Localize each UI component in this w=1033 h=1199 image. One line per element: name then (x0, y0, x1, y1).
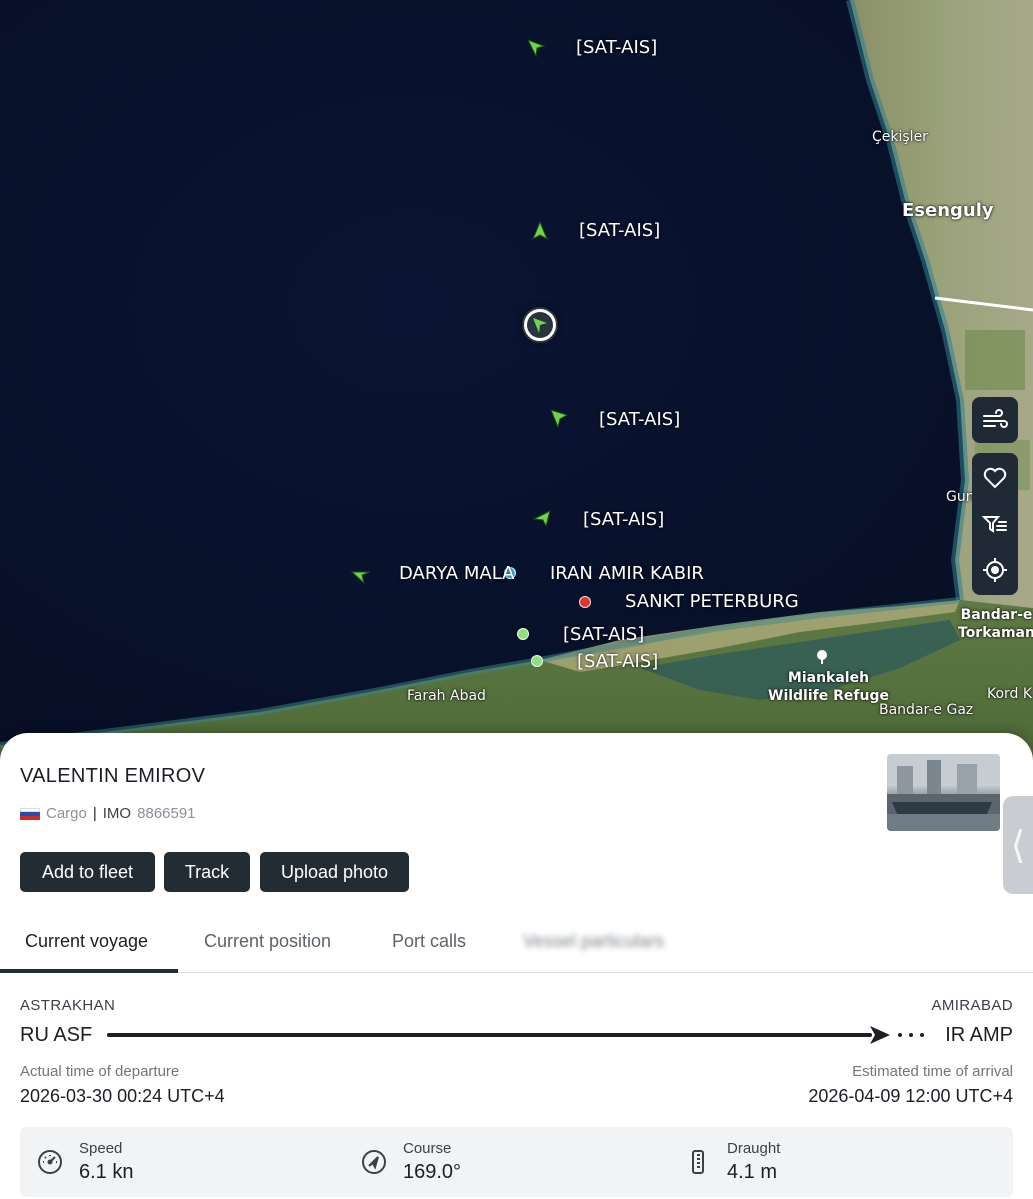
side-panel-handle[interactable]: ⟨ (1003, 796, 1033, 894)
vessel-label[interactable]: [SAT-AIS] (576, 37, 657, 58)
draught-label: Draught (727, 1140, 781, 1157)
favorite-button[interactable] (972, 455, 1018, 501)
place-label: Bandar-e Gaz (879, 702, 974, 718)
locate-button[interactable] (972, 547, 1018, 593)
arrival-time: 2026-04-09 12:00 UTC+4 (808, 1086, 1013, 1106)
tab-hidden[interactable]: Vessel particulars (523, 931, 664, 952)
imo-label: IMO (102, 805, 132, 822)
vessel-arrow-icon[interactable] (547, 407, 569, 429)
vessel-label[interactable]: [SAT-AIS] (579, 220, 660, 241)
vessel-dot[interactable] (579, 596, 591, 608)
vessel-dot[interactable] (517, 628, 529, 640)
russia-flag-icon (20, 807, 40, 820)
separator: | (92, 805, 97, 822)
place-label-line: Miankaleh (787, 670, 870, 686)
course-label: Course (403, 1140, 452, 1157)
vessel-arrow-icon[interactable] (525, 36, 547, 58)
place-label-line: Torkaman (958, 625, 1033, 641)
vessel-arrow-icon (533, 318, 547, 333)
heart-icon (983, 467, 1007, 489)
vessel-arrow-icon[interactable] (529, 220, 551, 242)
place-label: Kord K (987, 686, 1033, 702)
vessel-arrow-icon[interactable] (350, 564, 372, 586)
add-to-fleet-button[interactable]: Add to fleet (20, 852, 155, 892)
map-view[interactable]: [SAT-AIS] [SAT-AIS] [SAT-AIS] [SAT-AIS] … (0, 0, 1033, 760)
place-label: Farah Abad (407, 688, 486, 704)
voyage-stats: Speed 6.1 kn Course 169.0° Draught 4.1 m (20, 1127, 1013, 1197)
tab-port-calls[interactable]: Port calls (392, 931, 466, 952)
wind-icon (983, 409, 1008, 428)
ruler-icon (692, 1150, 704, 1174)
draught-value: 4.1 m (727, 1161, 778, 1183)
vessel-label[interactable]: [SAT-AIS] (577, 651, 658, 672)
route-arrow-icon (870, 1026, 924, 1044)
vessel-dot[interactable] (531, 655, 543, 667)
speedometer-icon (38, 1150, 62, 1174)
vessel-label[interactable]: [SAT-AIS] (563, 624, 644, 645)
vessel-name: VALENTIN EMIROV (20, 765, 206, 787)
vessel-label[interactable]: [SAT-AIS] (599, 409, 680, 430)
origin-port-code[interactable]: RU ASF (20, 1024, 92, 1047)
speed-label: Speed (79, 1140, 123, 1157)
wind-layer-button[interactable] (972, 397, 1018, 443)
vessel-type: Cargo (46, 805, 87, 822)
vessel-photo-image (887, 754, 1000, 831)
departure-time: 2026-03-30 00:24 UTC+4 (20, 1086, 225, 1106)
active-tab-indicator (0, 969, 178, 973)
vessel-label[interactable]: IRAN AMIR KABIR (550, 563, 704, 584)
tree-icon (817, 650, 827, 664)
map-control-group (972, 453, 1018, 595)
place-label: Miankaleh Wildlife Refuge (768, 669, 889, 705)
vessel-label[interactable]: SANKT PETERBURG (625, 591, 799, 612)
place-label: Esenguly (902, 200, 994, 221)
route-progress-line (107, 1033, 872, 1037)
map-controls (972, 397, 1018, 595)
locate-icon (983, 558, 1007, 582)
vessel-subtitle: Cargo | IMO 8866591 (20, 805, 196, 822)
place-label-line: Bandar-e (960, 607, 1033, 623)
place-label-line: Wildlife Refuge (768, 688, 889, 704)
departure-label: Actual time of departure (20, 1063, 180, 1080)
course-value: 169.0° (403, 1161, 462, 1183)
vessel-label[interactable]: DARYA MALA (399, 563, 514, 584)
filter-button[interactable] (972, 501, 1018, 547)
speed-value: 6.1 kn (79, 1161, 134, 1183)
filter-icon (981, 516, 1007, 533)
vessel-arrow-icon[interactable] (531, 507, 553, 529)
place-label: Çekişler (872, 129, 928, 145)
destination-port-code[interactable]: IR AMP (945, 1024, 1013, 1047)
imo-number: 8866591 (137, 805, 196, 822)
compass-icon (362, 1150, 386, 1174)
place-label: Bandar-e Torkaman (958, 606, 1033, 642)
upload-photo-button[interactable]: Upload photo (260, 852, 409, 892)
vessel-label[interactable]: [SAT-AIS] (583, 509, 664, 530)
tab-bar: Current voyage Current position Port cal… (0, 916, 1033, 973)
vessel-photo[interactable] (887, 754, 1000, 831)
selected-vessel-marker[interactable] (522, 307, 558, 343)
arrival-label: Estimated time of arrival (852, 1063, 1013, 1080)
track-button[interactable]: Track (164, 852, 250, 892)
chevron-left-icon: ⟨ (1010, 823, 1026, 867)
tab-current-voyage[interactable]: Current voyage (25, 931, 148, 952)
vessel-info-panel: VALENTIN EMIROV Cargo | IMO 8866591 ⟨ Ad… (0, 733, 1033, 1199)
destination-port-name: AMIRABAD (931, 997, 1013, 1014)
map-terrain (0, 0, 1033, 760)
tab-current-position[interactable]: Current position (204, 931, 331, 952)
place-label: Gun (946, 489, 975, 505)
origin-port-name: ASTRAKHAN (20, 997, 116, 1014)
